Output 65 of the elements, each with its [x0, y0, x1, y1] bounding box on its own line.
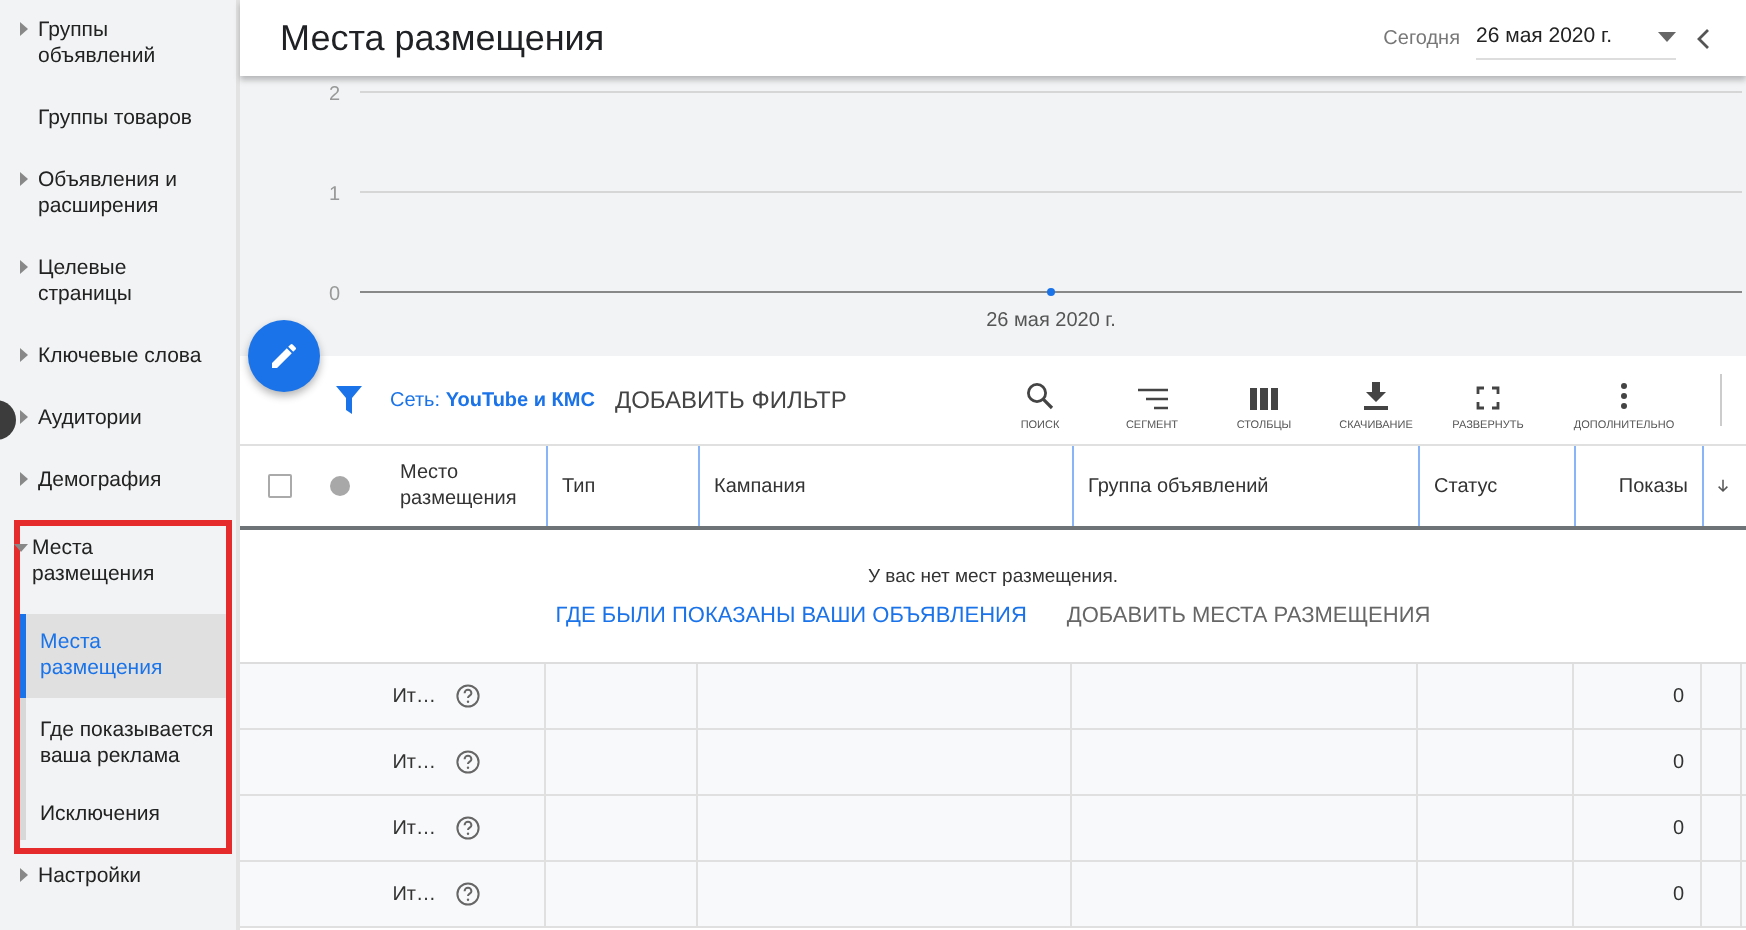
- sidebar-item[interactable]: Настройки: [20, 854, 232, 900]
- caret-right-icon: [20, 472, 30, 486]
- add-filter-button[interactable]: ДОБАВИТЬ ФИЛЬТР: [614, 386, 847, 414]
- sidebar-toggle-button[interactable]: [0, 400, 16, 440]
- sidebar-item[interactable]: Демография: [20, 458, 232, 504]
- help-icon[interactable]: [456, 750, 480, 774]
- sidebar-item[interactable]: Целевые страницы: [20, 246, 232, 318]
- empty-message: У вас нет мест размещения.: [867, 565, 1118, 587]
- date-label: Сегодня: [1383, 27, 1460, 49]
- sidebar-item[interactable]: Аудитории: [20, 396, 232, 442]
- dropdown-caret-icon: [1658, 31, 1676, 41]
- column-header[interactable]: Показы: [1618, 475, 1688, 497]
- table-cell: Ит…: [392, 751, 436, 773]
- sidebar-item[interactable]: Ключевые слова: [20, 334, 232, 380]
- empty-action-button[interactable]: ГДЕ БЫЛИ ПОКАЗАНЫ ВАШИ ОБЪЯВЛЕНИЯ: [555, 603, 1027, 627]
- filter-chip[interactable]: Сеть: YouTube и КМС: [390, 389, 595, 411]
- table-cell: 0: [1672, 685, 1684, 707]
- sidebar-subitem[interactable]: Исключения: [26, 790, 226, 840]
- table-cell: 0: [1672, 751, 1684, 773]
- status-dot-icon: [330, 476, 350, 496]
- y-tick-label: 0: [328, 284, 340, 306]
- fullscreen-icon: [1476, 386, 1500, 410]
- chevron-left-icon[interactable]: [1696, 27, 1710, 49]
- sidebar-item[interactable]: Группы объявлений: [20, 8, 232, 80]
- caret-down-icon: [14, 544, 28, 554]
- column-header[interactable]: Кампания: [714, 475, 806, 497]
- sidebar-item[interactable]: Места размещения: [14, 526, 226, 598]
- caret-right-icon: [20, 410, 30, 424]
- column-header[interactable]: Статус: [1434, 475, 1498, 497]
- help-icon[interactable]: [456, 684, 480, 708]
- search-icon: [1026, 382, 1054, 410]
- caret-right-icon: [20, 348, 30, 362]
- download-icon: [1364, 382, 1388, 410]
- x-tick-label: 26 мая 2020 г.: [986, 310, 1116, 332]
- date-dropdown[interactable]: 26 мая 2020 г.: [1476, 16, 1676, 60]
- sidebar-item[interactable]: Объявления и расширения: [20, 158, 232, 230]
- table-cell: Ит…: [392, 685, 436, 707]
- help-icon[interactable]: [456, 816, 480, 840]
- column-header[interactable]: Тип: [562, 475, 596, 497]
- y-tick-label: 2: [328, 84, 340, 106]
- column-header[interactable]: Группа объявлений: [1088, 475, 1269, 497]
- select-all-checkbox[interactable]: [268, 474, 292, 498]
- caret-right-icon: [20, 868, 30, 882]
- table-cell: 0: [1672, 817, 1684, 839]
- filter-icon[interactable]: [336, 386, 362, 414]
- sidebar-item[interactable]: Группы товаров: [20, 96, 232, 142]
- pencil-icon: [270, 342, 298, 370]
- edit-button[interactable]: [248, 320, 320, 392]
- columns-icon: [1250, 388, 1278, 410]
- table-cell: Ит…: [392, 817, 436, 839]
- segment-lines-icon: [1137, 388, 1167, 410]
- column-header[interactable]: Место размещения: [400, 460, 532, 512]
- table-cell: 0: [1672, 883, 1684, 905]
- y-tick-label: 1: [328, 184, 340, 206]
- help-icon[interactable]: [456, 882, 480, 906]
- page-title: Места размещения: [280, 17, 607, 59]
- more-vertical-icon: [1620, 382, 1628, 410]
- caret-right-icon: [20, 22, 30, 36]
- data-point: [1047, 288, 1055, 296]
- empty-action-button[interactable]: ДОБАВИТЬ МЕСТА РАЗМЕЩЕНИЯ: [1066, 603, 1431, 627]
- sort-arrow-icon[interactable]: [1718, 476, 1728, 496]
- caret-right-icon: [20, 260, 30, 274]
- table-cell: Ит…: [392, 883, 436, 905]
- sidebar-subitem[interactable]: Где показывается ваша реклама: [26, 706, 226, 782]
- caret-right-icon: [20, 172, 30, 186]
